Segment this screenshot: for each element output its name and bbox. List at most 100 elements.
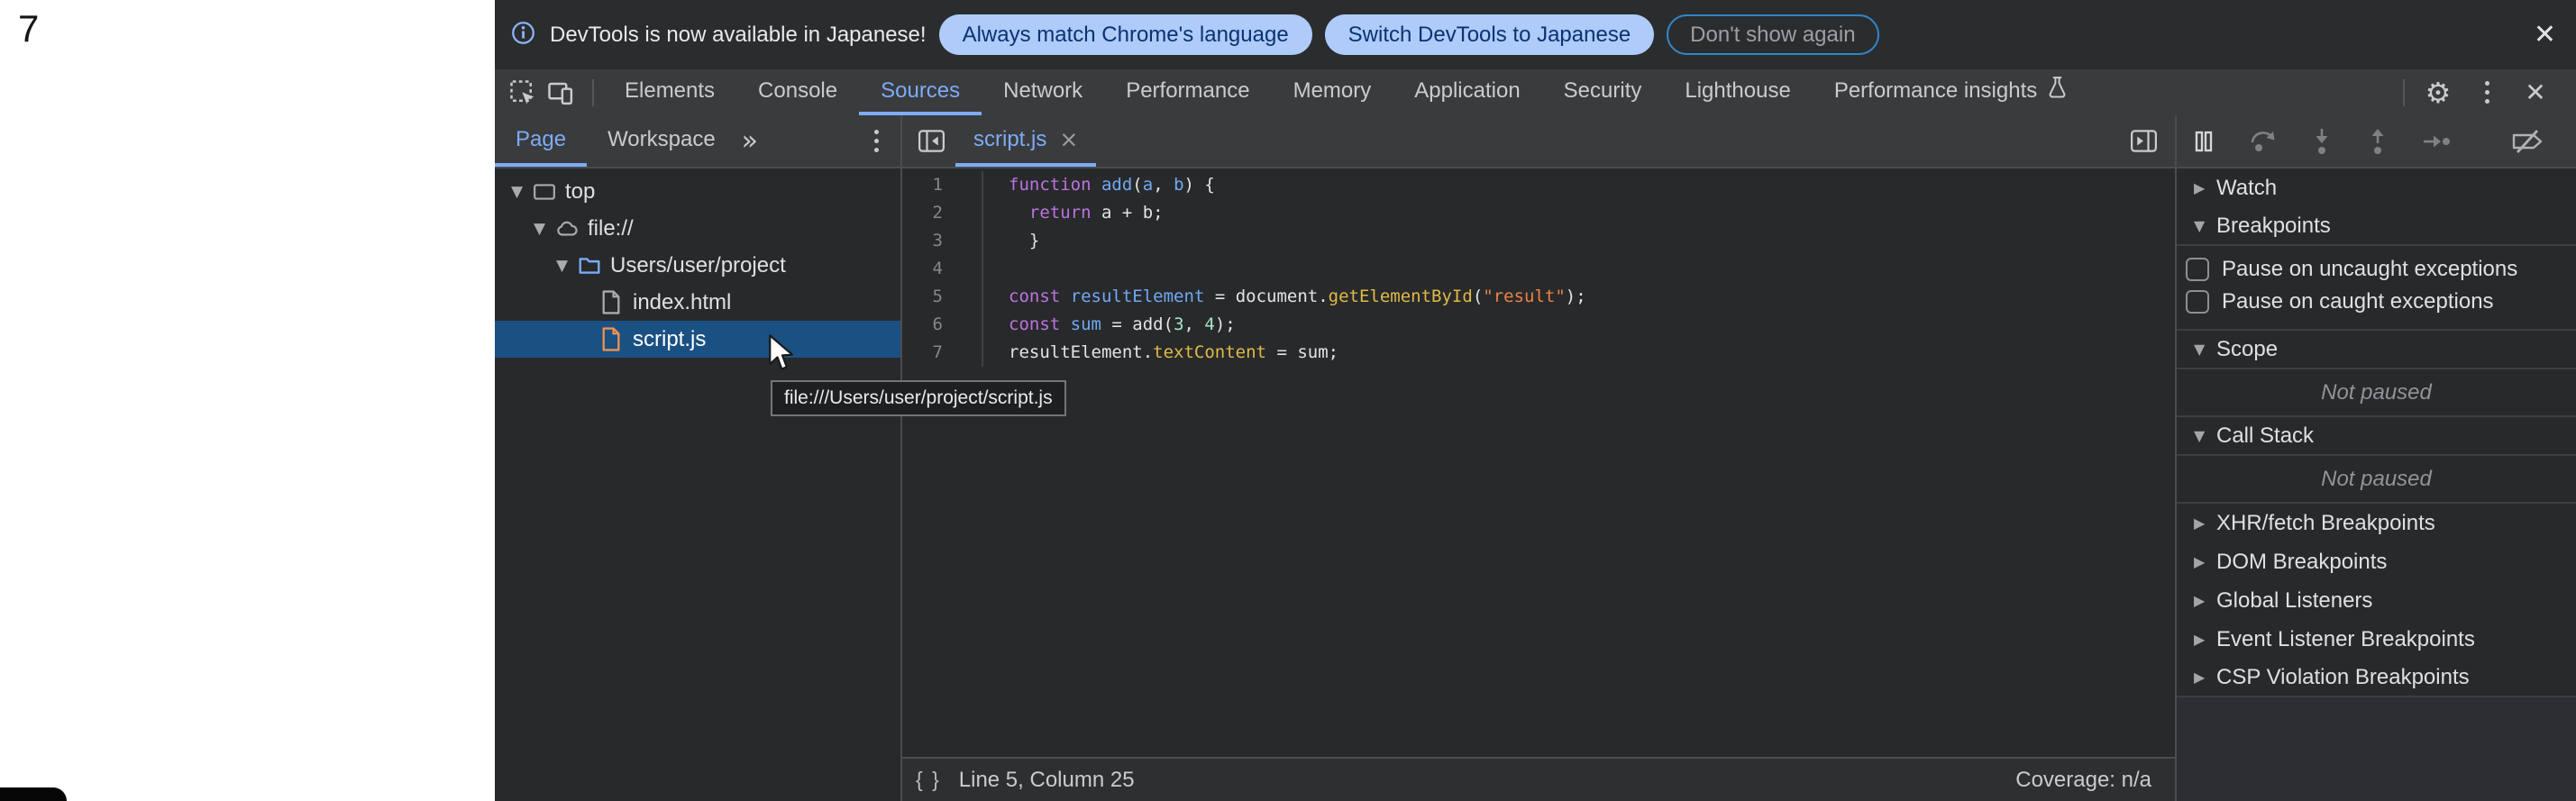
editor-tab-scriptjs[interactable]: script.js × (955, 115, 1096, 167)
code-line-2: 2 return a + b; (902, 199, 2175, 227)
tab-label: Elements (625, 78, 715, 104)
checkbox-label: Pause on uncaught exceptions (2222, 257, 2517, 282)
line-number[interactable]: 3 (902, 227, 955, 255)
section-header-call-stack[interactable]: ▼Call Stack (2177, 417, 2576, 456)
chevron-right-icon: ▶ (2194, 553, 2216, 570)
line-number[interactable]: 2 (902, 199, 955, 227)
chevron-right-icon: ▶ (2194, 631, 2216, 648)
step-out-icon[interactable] (2366, 127, 2389, 156)
section-header-xhr-fetch-breakpoints[interactable]: ▶XHR/fetch Breakpoints (2177, 504, 2576, 542)
tab-memory[interactable]: Memory (1272, 69, 1393, 115)
checkbox[interactable] (2186, 258, 2209, 281)
tab-label: Performance insights (1834, 78, 2037, 104)
checkbox-row: Pause on caught exceptions (2177, 286, 2576, 318)
tab-label: Network (1003, 78, 1082, 104)
dont-show-again-button[interactable]: Don't show again (1667, 14, 1878, 55)
navigator-tab-workspace[interactable]: Workspace (587, 115, 736, 167)
navigator-toolbar: PageWorkspace » (495, 115, 900, 168)
code-text: return a + b; (982, 199, 1164, 227)
tab-label: Performance (1126, 78, 1249, 104)
settings-gear-icon[interactable]: ⚙ (2423, 77, 2453, 108)
notification-action-button-1[interactable]: Always match Chrome's language (939, 14, 1312, 55)
code-editor[interactable]: 1function add(a, b) {2 return a + b;3 }4… (902, 168, 2175, 757)
chevron-right-icon: ▶ (2194, 514, 2216, 532)
notification-action-button-2[interactable]: Switch DevTools to Japanese (1325, 14, 1655, 55)
step-icon[interactable] (2422, 130, 2451, 153)
section-header-event-listener-breakpoints[interactable]: ▶Event Listener Breakpoints (2177, 620, 2576, 659)
page-number: 7 (18, 7, 39, 50)
chevron-down-icon: ▼ (2194, 427, 2216, 444)
tab-label: Application (1414, 78, 1520, 104)
tree-item-file-[interactable]: ▼file:// (495, 210, 900, 247)
navigator-tab-page[interactable]: Page (495, 115, 587, 167)
section-header-global-listeners[interactable]: ▶Global Listeners (2177, 581, 2576, 620)
hide-debugger-sidebar-icon[interactable] (2131, 130, 2157, 152)
section-header-watch[interactable]: ▶Watch (2177, 168, 2576, 207)
expander-icon[interactable]: ▼ (511, 183, 533, 201)
section-label: Call Stack (2216, 423, 2314, 449)
tab-performance-insights[interactable]: Performance insights (1813, 69, 2090, 115)
section-label: XHR/fetch Breakpoints (2216, 511, 2435, 536)
checkbox[interactable] (2186, 290, 2209, 314)
line-number[interactable]: 7 (902, 339, 955, 367)
notification-bar: DevTools is now available in Japanese! A… (495, 0, 2576, 69)
notification-actions: Always match Chrome's language Switch Dev… (939, 14, 1879, 55)
tab-application[interactable]: Application (1393, 69, 1541, 115)
tree-item-top[interactable]: ▼top (495, 173, 900, 210)
toolbar-separator (2403, 79, 2405, 106)
tab-console[interactable]: Console (736, 69, 859, 115)
step-into-icon[interactable] (2310, 127, 2334, 156)
step-over-icon[interactable] (2249, 128, 2278, 155)
section-header-dom-breakpoints[interactable]: ▶DOM Breakpoints (2177, 542, 2576, 581)
line-number[interactable]: 6 (902, 311, 955, 339)
section-header-csp-violation-breakpoints[interactable]: ▶CSP Violation Breakpoints (2177, 659, 2576, 697)
tab-lighthouse[interactable]: Lighthouse (1663, 69, 1812, 115)
tab-sources[interactable]: Sources (859, 69, 982, 115)
navigator-tabs: PageWorkspace (495, 115, 736, 167)
corner-decoration (0, 787, 67, 801)
notification-message: DevTools is now available in Japanese! (550, 23, 927, 48)
section-header-breakpoints[interactable]: ▼Breakpoints (2177, 207, 2576, 246)
more-tabs-chevron-icon[interactable]: » (742, 125, 756, 157)
breakpoints-options: Pause on uncaught exceptions Pause on cau… (2177, 246, 2576, 331)
tree-item-users-user-project[interactable]: ▼ Users/user/project (495, 247, 900, 284)
tab-security[interactable]: Security (1542, 69, 1664, 115)
expander-icon[interactable]: ▼ (534, 220, 555, 238)
pause-script-icon[interactable] (2191, 129, 2216, 154)
hide-navigator-icon[interactable] (918, 130, 945, 152)
tree-item-label: index.html (633, 290, 731, 315)
navigator-menu-icon[interactable] (874, 130, 879, 152)
file-path-tooltip: file:///Users/user/project/script.js (771, 380, 1066, 416)
flask-icon (2046, 76, 2069, 106)
tab-performance[interactable]: Performance (1104, 69, 1271, 115)
line-number[interactable]: 4 (902, 255, 955, 283)
devtools-tab-bar: Elements ConsoleSources Network Performance… (495, 69, 2576, 115)
line-number[interactable]: 1 (902, 171, 955, 199)
tab-elements[interactable]: Elements (603, 69, 736, 115)
device-toolbar-icon[interactable] (545, 77, 576, 108)
inspect-element-icon[interactable] (507, 77, 538, 108)
pretty-print-icon[interactable]: { } (916, 768, 941, 792)
chevron-down-icon: ▼ (2194, 341, 2216, 358)
tree-item-index-html[interactable]: index.html (495, 284, 900, 321)
tab-label: Memory (1293, 78, 1372, 104)
frame-icon (533, 180, 556, 204)
checkbox-label: Pause on caught exceptions (2222, 289, 2494, 314)
tree-item-script-js[interactable]: script.js (495, 321, 900, 358)
not-paused-status: Not paused (2177, 456, 2576, 504)
more-options-icon[interactable] (2471, 77, 2502, 108)
section-header-scope[interactable]: ▼Scope (2177, 331, 2576, 369)
section-label: DOM Breakpoints (2216, 550, 2387, 575)
tab-network[interactable]: Network (982, 69, 1104, 115)
deactivate-breakpoints-icon[interactable] (2510, 128, 2544, 155)
notification-close-icon[interactable]: ✕ (2534, 22, 2556, 49)
code-line-6: 6const sum = add(3, 4); (902, 311, 2175, 339)
line-number[interactable]: 5 (902, 283, 955, 311)
cloud-icon (555, 217, 579, 241)
editor-tab-close-icon[interactable]: × (1059, 128, 1078, 150)
tree-item-label: Users/user/project (610, 253, 786, 278)
expander-icon[interactable]: ▼ (556, 257, 578, 275)
screenshot-root: 7 DevTools is now available in Japanese!… (0, 0, 2576, 801)
editor-tab-label: script.js (973, 127, 1046, 152)
close-devtools-icon[interactable]: ✕ (2520, 77, 2551, 108)
